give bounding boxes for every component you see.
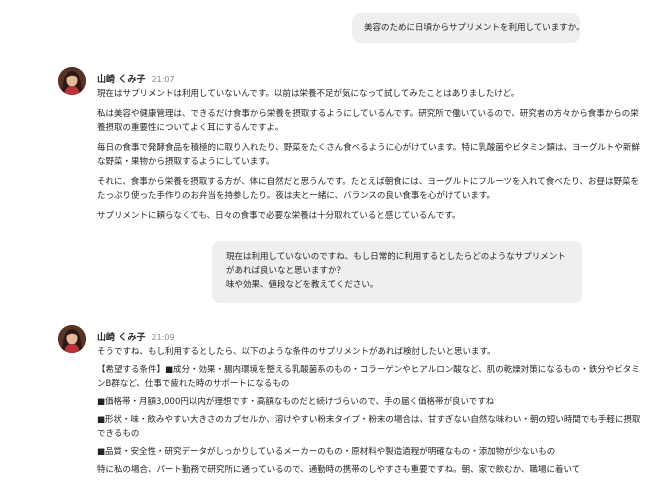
assistant-message: 山崎 くみ子 21:07 現在はサプリメントは利用していないんです。以前は栄養不足… bbox=[58, 67, 640, 221]
sender-name: 山崎 くみ子 bbox=[97, 75, 146, 85]
message-paragraph: 【希望する条件】■成分・効果・腸内環境を整える乳酸菌系のもの・コラーゲンやヒアル… bbox=[97, 365, 640, 389]
chat-transcript: 美容のために日頃からサプリメントを利用していますか。 山崎 くみ子 21:07 現… bbox=[0, 0, 654, 489]
user-message-text: 味や効果、値段などを教えてください。 bbox=[226, 280, 379, 290]
sender-name: 山崎 くみ子 bbox=[97, 333, 146, 343]
avatar bbox=[58, 67, 86, 95]
message-timestamp: 21:09 bbox=[151, 333, 175, 342]
message-paragraph: それに、食事から栄養を摂取する方が、体に自然だと思うんです。たとえば朝食には、ヨ… bbox=[97, 177, 639, 201]
message-paragraph: ■価格帯・月額3,000円以内が理想です・高額なものだと続けづらいので、手の届く… bbox=[97, 397, 495, 407]
user-message-text: 現在は利用していないのですね、もし日常的に利用するとしたらどのようなサプリメント… bbox=[226, 252, 566, 276]
message-paragraph: サプリメントに頼らなくても、日々の食事で必要な栄養は十分取れていると感じているん… bbox=[97, 211, 461, 221]
message-paragraph: 現在はサプリメントは利用していないんです。以前は栄養不足が気になって試してみたこ… bbox=[97, 89, 520, 99]
message-body: そうですね、もし利用するとしたら、以下のような条件のサプリメントがあれば検討した… bbox=[97, 345, 645, 481]
user-message-bubble: 現在は利用していないのですね、もし日常的に利用するとしたらどのようなサプリメント… bbox=[212, 241, 582, 303]
message-paragraph: そうですね、もし利用するとしたら、以下のような条件のサプリメントがあれば検討した… bbox=[97, 347, 496, 357]
avatar-portrait-icon bbox=[58, 67, 86, 95]
avatar bbox=[58, 325, 86, 353]
message-paragraph: 毎日の食事で発酵食品を積極的に取り入れたり、野菜をたくさん食べるように心がけてい… bbox=[97, 143, 640, 167]
user-message-bubble: 美容のために日頃からサプリメントを利用していますか。 bbox=[352, 13, 585, 43]
message-paragraph: ■形状・味・飲みやすい大きさのカプセルか、溶けやすい粉末タイプ・粉末の場合は、甘… bbox=[97, 415, 641, 439]
user-message-text: 美容のために日頃からサプリメントを利用していますか。 bbox=[364, 23, 585, 33]
message-paragraph: 私は美容や健康管理は、できるだけ食事から栄養を摂取するようにしているんです。研究… bbox=[97, 109, 639, 133]
avatar-portrait-icon bbox=[58, 325, 86, 353]
message-timestamp: 21:07 bbox=[151, 75, 175, 84]
message-body: 現在はサプリメントは利用していないんです。以前は栄養不足が気になって試してみたこ… bbox=[97, 87, 645, 229]
message-paragraph: 特に私の場合、パート勤務で研究所に通っているので、通勤時の携帯のしやすさも重要で… bbox=[97, 465, 581, 475]
message-paragraph: ■品質・安全性・研究データがしっかりしているメーカーのもの・原材料や製造過程が明… bbox=[97, 447, 556, 457]
assistant-message: 山崎 くみ子 21:09 そうですね、もし利用するとしたら、以下のような条件のサプ… bbox=[58, 325, 640, 489]
